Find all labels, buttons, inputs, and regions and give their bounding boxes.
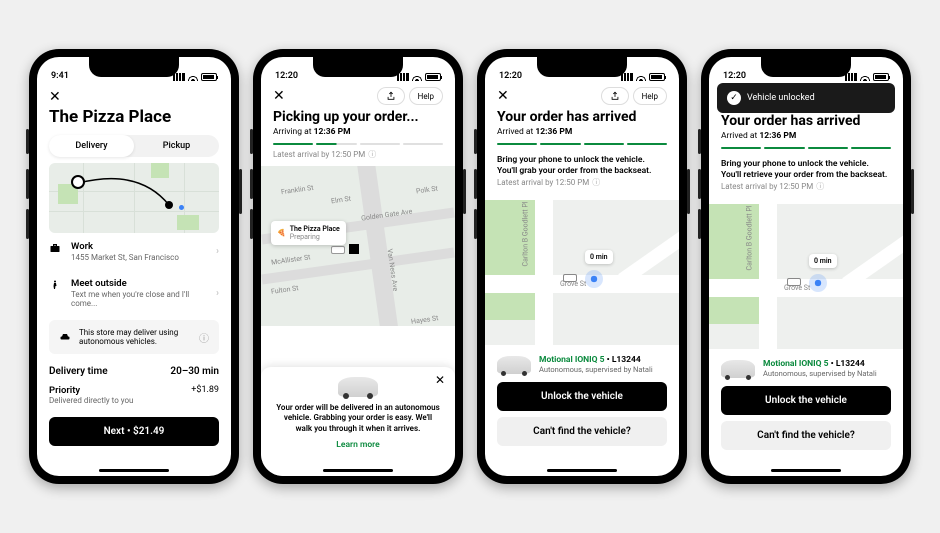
close-icon[interactable]: ✕ xyxy=(273,88,285,104)
unlock-button[interactable]: Unlock the vehicle xyxy=(721,386,891,415)
address-sub: 1455 Market St, San Francisco xyxy=(71,253,208,262)
delivery-time-value: 20–30 min xyxy=(170,366,219,377)
status-time: 12:20 xyxy=(499,71,522,81)
location-pulse-icon xyxy=(585,270,603,288)
sheet-text: Your order will be delivered in an auton… xyxy=(275,403,441,434)
av-notice: This store may deliver using autonomous … xyxy=(49,320,219,354)
eta-badge: 0 min xyxy=(809,254,837,268)
page-title: Your order has arrived xyxy=(485,107,679,125)
priority-row[interactable]: PriorityDelivered directly to you +$1.89 xyxy=(37,381,231,413)
person-walk-icon xyxy=(49,279,63,291)
tab-pickup[interactable]: Pickup xyxy=(134,135,219,157)
help-button[interactable]: Help xyxy=(409,87,443,105)
meet-outside-row[interactable]: Meet outsideText me when you're close an… xyxy=(37,270,231,316)
next-button[interactable]: Next • $21.49 xyxy=(49,417,219,446)
vehicle-marker-icon xyxy=(787,278,801,286)
unlock-button[interactable]: Unlock the vehicle xyxy=(497,382,667,411)
delivery-map[interactable] xyxy=(49,163,219,233)
info-icon[interactable]: ⓘ xyxy=(592,177,600,188)
arrival-map[interactable]: Carlton B Goodlett Pl Grove St 0 min xyxy=(709,204,903,349)
page-title: Your order has arrived xyxy=(709,111,903,129)
page-title: The Pizza Place xyxy=(37,107,231,135)
briefcase-icon xyxy=(49,242,63,254)
share-icon xyxy=(610,91,620,101)
priority-price: +$1.89 xyxy=(191,385,219,405)
wifi-icon xyxy=(636,73,646,81)
battery-icon xyxy=(649,73,665,81)
meet-sub: Text me when you're close and I'll come.… xyxy=(71,290,208,308)
help-button[interactable]: Help xyxy=(633,87,667,105)
delivery-pickup-segment: Delivery Pickup xyxy=(49,135,219,157)
vehicle-marker-icon xyxy=(563,274,577,282)
share-button[interactable] xyxy=(377,87,405,105)
priority-label: Priority xyxy=(49,385,133,396)
tracking-map[interactable]: Franklin St Elm St Golden Gate Ave McAll… xyxy=(261,166,455,326)
info-icon[interactable]: ⓘ xyxy=(199,330,209,345)
learn-more-link[interactable]: Learn more xyxy=(275,440,441,450)
destination-pin-icon xyxy=(165,201,173,209)
instruction-text: Bring your phone to unlock the vehicle. … xyxy=(709,153,903,181)
battery-icon xyxy=(873,73,889,81)
store-callout: 🍕 The Pizza PlacePreparing xyxy=(271,221,346,245)
share-icon xyxy=(386,91,396,101)
toast-text: Vehicle unlocked xyxy=(747,93,815,103)
vehicle-info: Motional IONIQ 5 • L13244 Autonomous, su… xyxy=(709,349,903,382)
chevron-right-icon: › xyxy=(216,246,219,257)
store-icon: 🍕 xyxy=(277,229,286,237)
arrived-text: Arrived at 12:36 PM xyxy=(485,125,679,143)
car-icon xyxy=(59,331,71,343)
battery-icon xyxy=(425,73,441,81)
arriving-text: Arriving at Arrived at 12:36 PM12:36 PM xyxy=(261,125,455,143)
vehicle-marker-icon xyxy=(331,246,345,254)
status-time: 9:41 xyxy=(51,71,69,81)
meet-label: Meet outside xyxy=(71,278,208,289)
address-label: Work xyxy=(71,241,208,252)
arrived-text: Arrived at 12:36 PM xyxy=(709,129,903,147)
store-pin-icon xyxy=(71,175,85,189)
wifi-icon xyxy=(188,73,198,81)
close-icon[interactable]: ✕ xyxy=(497,88,509,104)
close-sheet-icon[interactable]: ✕ xyxy=(435,373,445,387)
wifi-icon xyxy=(860,73,870,81)
page-title: Picking up your order... xyxy=(261,107,455,125)
unlock-toast: ✓ Vehicle unlocked xyxy=(717,83,895,113)
info-sheet: ✕ Your order will be delivered in an aut… xyxy=(261,367,455,476)
priority-sub: Delivered directly to you xyxy=(49,396,133,405)
signal-icon xyxy=(397,73,409,81)
latest-arrival: Latest arrival by 12:50 PM xyxy=(273,150,365,159)
vehicle-image xyxy=(721,360,755,378)
latest-arrival: Latest arrival by 12:50 PM xyxy=(721,182,813,191)
eta-badge: 0 min xyxy=(585,250,613,264)
vehicle-image xyxy=(497,356,531,374)
close-icon[interactable]: ✕ xyxy=(37,83,231,107)
vehicle-info: Motional IONIQ 5 • L13244 Autonomous, su… xyxy=(485,345,679,378)
chevron-right-icon: › xyxy=(216,288,219,299)
info-icon[interactable]: ⓘ xyxy=(368,149,376,160)
tab-delivery[interactable]: Delivery xyxy=(49,135,134,157)
battery-icon xyxy=(201,73,217,81)
wifi-icon xyxy=(412,73,422,81)
location-pulse-icon xyxy=(809,274,827,292)
info-icon[interactable]: ⓘ xyxy=(816,181,824,192)
av-notice-text: This store may deliver using autonomous … xyxy=(79,328,191,346)
cant-find-button[interactable]: Can't find the vehicle? xyxy=(497,417,667,446)
latest-arrival: Latest arrival by 12:50 PM xyxy=(497,178,589,187)
check-circle-icon: ✓ xyxy=(727,91,741,105)
share-button[interactable] xyxy=(601,87,629,105)
signal-icon xyxy=(621,73,633,81)
status-time: 12:20 xyxy=(275,71,298,81)
delivery-time-label: Delivery time xyxy=(49,366,108,377)
address-row[interactable]: Work1455 Market St, San Francisco › xyxy=(37,233,231,270)
arrival-map[interactable]: Carlton B Goodlett Pl Grove St 0 min xyxy=(485,200,679,345)
signal-icon xyxy=(173,73,185,81)
signal-icon xyxy=(845,73,857,81)
instruction-text: Bring your phone to unlock the vehicle. … xyxy=(485,149,679,177)
vehicle-image xyxy=(338,377,378,397)
status-time: 12:20 xyxy=(723,71,746,81)
cant-find-button[interactable]: Can't find the vehicle? xyxy=(721,421,891,450)
